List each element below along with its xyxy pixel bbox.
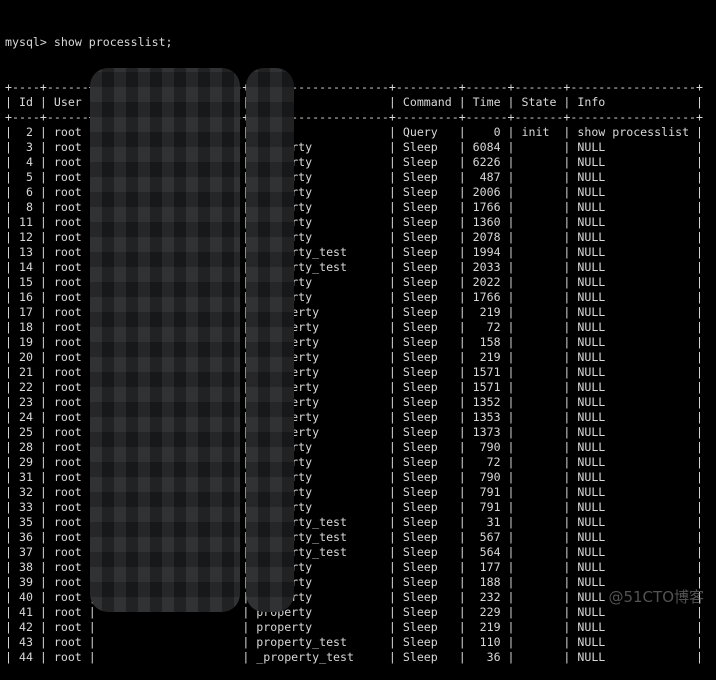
- table-row: | 44 | root | | _property_test | Sleep |…: [5, 650, 704, 664]
- command-line: mysql> show processlist;: [5, 35, 703, 50]
- table-row: | 42 | root | | property | Sleep | 219 |…: [5, 620, 704, 634]
- table-row: | 43 | root | | property_test | Sleep | …: [5, 635, 704, 649]
- redacted-db-region: [246, 68, 294, 612]
- command-text: show processlist;: [53, 35, 173, 49]
- watermark: @51CTO博客: [608, 588, 704, 606]
- mysql-prompt: mysql>: [5, 35, 54, 49]
- redacted-host-region: [90, 68, 240, 612]
